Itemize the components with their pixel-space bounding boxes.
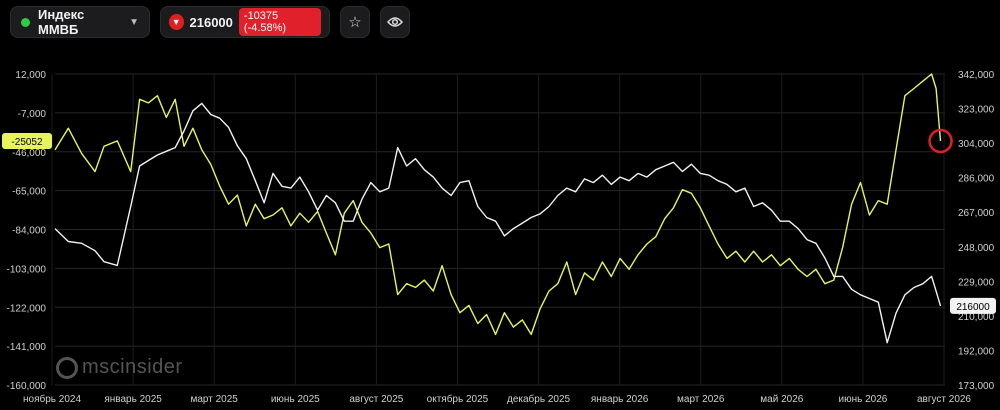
- right-tick-label: 173,000: [958, 381, 995, 392]
- x-tick-label: март 2026: [677, 394, 725, 405]
- series-lines: [54, 73, 942, 344]
- x-axis: ноябрь 2024 январь 2025 март 2025 июнь 2025…: [23, 393, 971, 405]
- x-tick-label: май 2026: [760, 394, 803, 405]
- grid: [51, 73, 945, 386]
- left-tick-label: 12,000: [15, 70, 46, 81]
- left-tick-label: -7,000: [18, 109, 47, 120]
- left-tick-label: -46,000: [12, 148, 46, 159]
- right-tick-label: 229,000: [958, 277, 995, 288]
- left-axis: 12,000 -7,000 -46,000 -65,000 -84,000 -103,00…: [7, 70, 47, 392]
- x-tick-label: март 2025: [190, 394, 238, 405]
- x-tick-label: июнь 2026: [838, 394, 887, 405]
- left-tick-label: -103,000: [7, 264, 47, 275]
- x-tick-label: июнь 2025: [271, 394, 320, 405]
- watermark-text: mscinsider: [82, 356, 183, 378]
- x-tick-label: октябрь 2025: [427, 393, 489, 405]
- left-tick-label: -122,000: [7, 303, 47, 314]
- brand-logo-icon: [56, 356, 78, 379]
- left-tick-label: -65,000: [12, 187, 46, 198]
- right-tick-label: 304,000: [958, 139, 995, 150]
- right-tick-label: 323,000: [958, 105, 995, 116]
- x-tick-label: ноябрь 2024: [23, 393, 81, 405]
- right-tick-label: 286,000: [958, 174, 995, 185]
- left-tick-label: -141,000: [7, 342, 47, 353]
- right-tick-label: 248,000: [958, 243, 995, 254]
- right-last-value: 216000: [956, 302, 990, 313]
- x-tick-label: декабрь 2025: [507, 393, 571, 405]
- left-last-value-badge: -25052: [2, 132, 52, 149]
- x-tick-label: август 2026: [917, 394, 971, 405]
- watermark: mscinsider: [56, 356, 183, 379]
- left-tick-label: -84,000: [12, 226, 46, 237]
- chart[interactable]: 12,000 -7,000 -46,000 -65,000 -84,000 -103,00…: [0, 0, 1000, 410]
- x-tick-label: август 2025: [349, 394, 403, 405]
- x-tick-label: январь 2026: [591, 394, 649, 405]
- right-tick-label: 267,000: [958, 208, 995, 219]
- x-tick-label: январь 2025: [104, 394, 162, 405]
- right-last-value-badge: 216000: [950, 297, 996, 314]
- right-tick-label: 342,000: [958, 70, 995, 81]
- right-tick-label: 192,000: [958, 346, 995, 357]
- left-last-value: -25052: [11, 137, 43, 148]
- left-tick-label: -160,000: [7, 381, 47, 392]
- right-axis: 342,000 323,000 304,000 286,000 267,000 248,0…: [958, 70, 995, 392]
